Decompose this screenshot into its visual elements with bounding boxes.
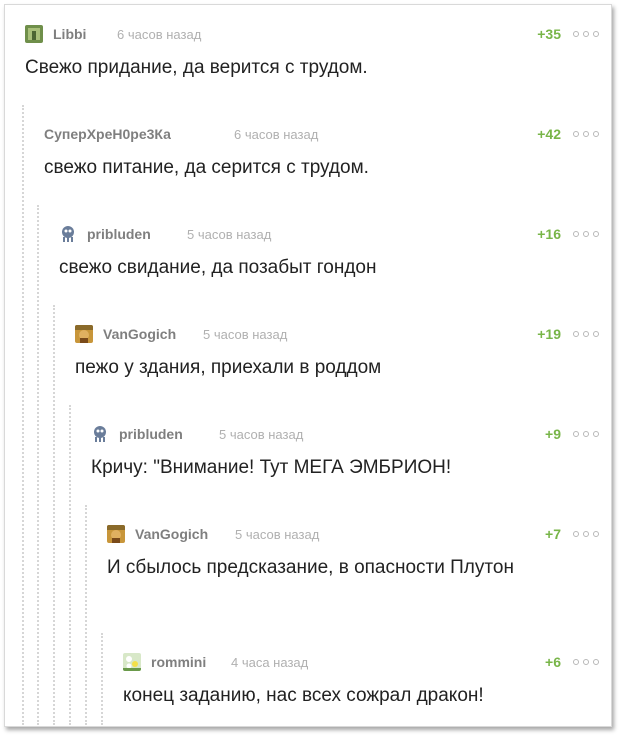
comment: Libbi 6 часов назад +35 Свежо придание, …: [25, 23, 611, 103]
comment-author[interactable]: VanGogich: [135, 526, 208, 542]
more-options-icon[interactable]: [573, 27, 603, 41]
comment-score: +19: [537, 326, 561, 342]
comment-score: +7: [545, 526, 561, 542]
comment-meta: VanGogich 5 часов назад +19: [75, 323, 611, 347]
avatar-pribluden-icon[interactable]: [91, 425, 109, 443]
more-options-icon[interactable]: [573, 227, 603, 241]
avatar-libbi-icon[interactable]: [25, 25, 43, 43]
comment-author[interactable]: VanGogich: [103, 326, 176, 342]
comment-score: +35: [537, 26, 561, 42]
comment-meta: Libbi 6 часов назад +35: [25, 23, 611, 47]
avatar-rommini-icon[interactable]: [123, 653, 141, 671]
comment-text: свежо питание, да серится с трудом.: [44, 157, 369, 178]
comment-meta: pribluden 5 часов назад +9: [91, 423, 611, 447]
comment-meta: VanGogich 5 часов назад +7: [107, 523, 611, 547]
comment-time[interactable]: 6 часов назад: [234, 127, 318, 142]
comment-time[interactable]: 6 часов назад: [117, 27, 201, 42]
comment: СуперХреН0ре3Ка 6 часов назад +42 свежо …: [22, 105, 611, 725]
comment-author[interactable]: Libbi: [53, 26, 86, 42]
comment-score: +16: [537, 226, 561, 242]
comment-meta: rommini 4 часа назад +6: [123, 651, 611, 675]
comment: VanGogich 5 часов назад +7 И сбылось пре…: [85, 505, 611, 725]
comment-text: свежо свидание, да позабыт гондон: [59, 257, 377, 278]
comment-meta: СуперХреН0ре3Ка 6 часов назад +42: [44, 123, 611, 147]
comment-author[interactable]: rommini: [151, 654, 206, 670]
more-options-icon[interactable]: [573, 127, 603, 141]
comment-time[interactable]: 5 часов назад: [187, 227, 271, 242]
avatar-vangogich-icon[interactable]: [75, 325, 93, 343]
comment-text: И сбылось предсказание, в опасности Плут…: [107, 557, 514, 578]
more-options-icon[interactable]: [573, 527, 603, 541]
comment-thread: Libbi 6 часов назад +35 Свежо придание, …: [4, 4, 612, 727]
comment-time[interactable]: 5 часов назад: [219, 427, 303, 442]
comment-score: +42: [537, 126, 561, 142]
comment-author[interactable]: pribluden: [119, 426, 183, 442]
comment-time[interactable]: 4 часа назад: [231, 655, 308, 670]
comment-text: Кричу: "Внимание! Тут МЕГА ЭМБРИОН!: [91, 457, 452, 478]
comment-author[interactable]: СуперХреН0ре3Ка: [44, 126, 171, 142]
comment: pribluden 5 часов назад +9 Кричу: "Внима…: [69, 405, 611, 725]
more-options-icon[interactable]: [573, 327, 603, 341]
comment-author[interactable]: pribluden: [87, 226, 151, 242]
more-options-icon[interactable]: [573, 427, 603, 441]
comment-text: конец заданию, нас всех сожрал дракон!: [123, 685, 484, 706]
comment: VanGogich 5 часов назад +19 пежо у здани…: [53, 305, 611, 725]
comment-text: пежо у здания, приехали в роддом: [75, 357, 382, 378]
comment-score: +9: [545, 426, 561, 442]
comment-score: +6: [545, 654, 561, 670]
avatar-pribluden-icon[interactable]: [59, 225, 77, 243]
comment-text: Свежо придание, да верится с трудом.: [25, 57, 368, 78]
avatar-vangogich-icon[interactable]: [107, 525, 125, 543]
comment-meta: pribluden 5 часов назад +16: [59, 223, 611, 247]
comment: pribluden 5 часов назад +16 свежо свидан…: [37, 205, 611, 725]
comment-time[interactable]: 5 часов назад: [203, 327, 287, 342]
comment-time[interactable]: 5 часов назад: [235, 527, 319, 542]
more-options-icon[interactable]: [573, 655, 603, 669]
comment: rommini 4 часа назад +6 конец заданию, н…: [101, 633, 611, 725]
